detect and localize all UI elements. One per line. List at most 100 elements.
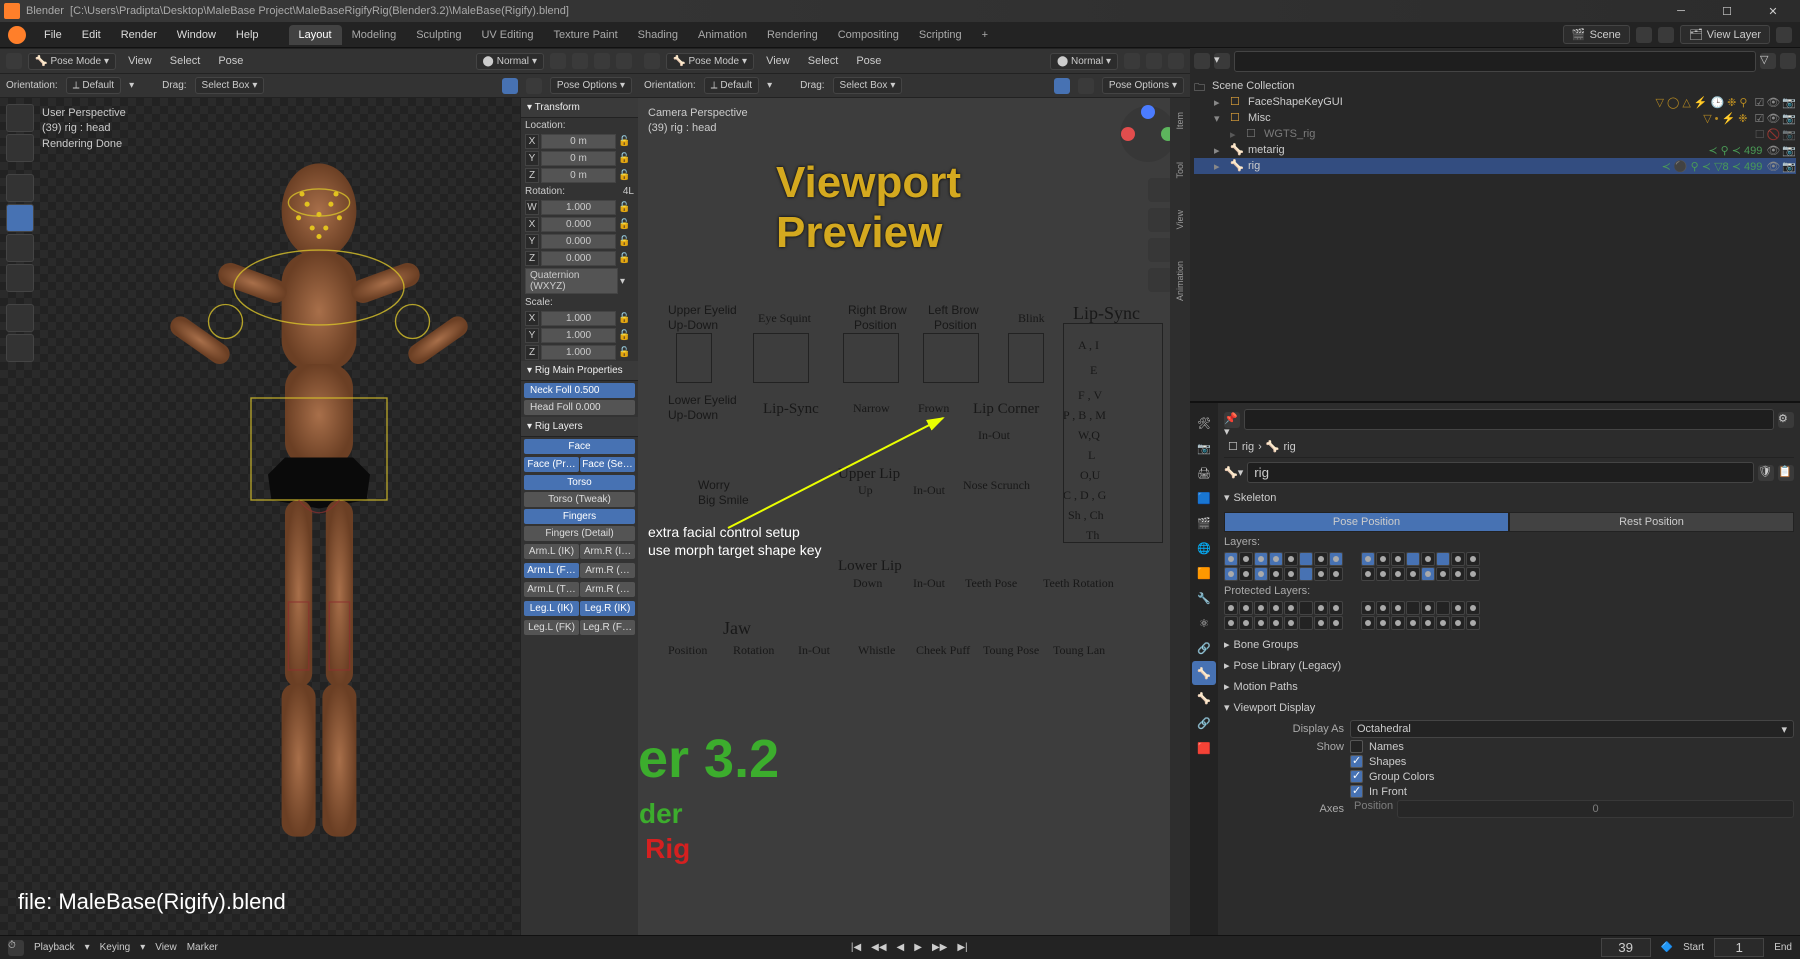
fake-user-icon[interactable]: 🛡 bbox=[1758, 465, 1774, 481]
npanel-transform-header[interactable]: ▾ Transform bbox=[521, 98, 638, 118]
workspace-layout[interactable]: Layout bbox=[289, 25, 342, 45]
loc-x[interactable]: 0 m bbox=[541, 134, 616, 149]
prev-keyframe-icon[interactable]: ◀◀ bbox=[871, 942, 886, 953]
display-as-select[interactable]: Octahedral ▾ bbox=[1350, 720, 1794, 738]
show-shapes-checkbox[interactable] bbox=[1350, 755, 1363, 768]
current-frame[interactable] bbox=[1601, 938, 1651, 957]
vp2-mirror-icon[interactable] bbox=[1054, 78, 1070, 94]
proptab-tool[interactable]: 🛠 bbox=[1192, 411, 1216, 435]
jump-start-icon[interactable]: |◀ bbox=[851, 942, 861, 953]
panel-bone-groups[interactable]: ▸ Bone Groups bbox=[1224, 634, 1794, 655]
viewlayer-select[interactable]: 🗂 View Layer bbox=[1680, 25, 1770, 44]
npanel-riglayers-header[interactable]: ▾ Rig Layers bbox=[521, 417, 638, 437]
proptab-render[interactable]: 📷 bbox=[1192, 436, 1216, 460]
neck-follow[interactable]: Neck Foll 0.500 bbox=[524, 383, 635, 398]
outliner-search[interactable] bbox=[1234, 51, 1756, 72]
rot-x[interactable]: 0.000 bbox=[541, 217, 616, 232]
editor-type-icon[interactable] bbox=[6, 53, 22, 69]
mirror-x-icon[interactable] bbox=[502, 78, 518, 94]
layer-fingers-det[interactable]: Fingers (Detail) bbox=[524, 526, 635, 541]
tool-annotate[interactable] bbox=[6, 304, 34, 332]
tool-measure[interactable] bbox=[6, 334, 34, 362]
play-icon[interactable]: ▶ bbox=[914, 942, 922, 953]
rest-position-button[interactable]: Rest Position bbox=[1509, 512, 1794, 532]
vp2-pose-options[interactable]: Pose Options ▾ bbox=[1102, 77, 1184, 94]
rot-z[interactable]: 0.000 bbox=[541, 251, 616, 266]
layer-legr-ik[interactable]: Leg.R (IK) bbox=[580, 601, 635, 616]
menu-window[interactable]: Window bbox=[167, 29, 226, 41]
proptab-constraint[interactable]: 🔗 bbox=[1192, 636, 1216, 660]
vp2-menu-select[interactable]: Select bbox=[802, 55, 845, 67]
layer-arml-ik[interactable]: Arm.L (IK) bbox=[524, 544, 579, 559]
render-icon[interactable]: 📷 bbox=[1782, 96, 1796, 109]
shading-normal[interactable]: ⬤ Normal ▾ bbox=[476, 53, 544, 70]
vp2-menu-pose[interactable]: Pose bbox=[850, 55, 887, 67]
vp2-overlay-icon[interactable] bbox=[1146, 53, 1162, 69]
armature-name-field[interactable] bbox=[1247, 462, 1754, 483]
workspace-modeling[interactable]: Modeling bbox=[342, 25, 407, 45]
vp2-orient[interactable]: ⟂ Default bbox=[704, 77, 759, 94]
menu-file[interactable]: File bbox=[34, 29, 72, 41]
outliner-display-icon[interactable] bbox=[1194, 53, 1210, 69]
proptab-scene[interactable]: 🎬 bbox=[1192, 511, 1216, 535]
armature-layers[interactable] bbox=[1224, 552, 1794, 581]
scene-select[interactable]: 🎬 Scene bbox=[1563, 25, 1630, 44]
loc-z[interactable]: 0 m bbox=[541, 168, 616, 183]
drag-select[interactable]: Select Box ▾ bbox=[195, 77, 265, 94]
exclude-icon[interactable]: ☑ bbox=[1754, 96, 1764, 109]
pose-position-button[interactable]: Pose Position bbox=[1224, 512, 1509, 532]
maximize-button[interactable]: ☐ bbox=[1704, 0, 1750, 22]
outliner-mode-icon[interactable]: ▾ bbox=[1214, 53, 1230, 69]
outl-scene-collection[interactable]: 🗀 Scene Collection bbox=[1194, 78, 1796, 94]
proptab-bone[interactable]: 🦴 bbox=[1192, 686, 1216, 710]
eye-icon[interactable]: 👁 bbox=[1766, 96, 1780, 109]
crumb-rig2[interactable]: rig bbox=[1283, 441, 1295, 453]
sb-keying[interactable]: Keying bbox=[100, 942, 131, 953]
layer-arml-fk[interactable]: Arm.L (F… bbox=[524, 563, 579, 578]
workspace-uv[interactable]: UV Editing bbox=[471, 25, 543, 45]
panel-pose-library[interactable]: ▸ Pose Library (Legacy) bbox=[1224, 655, 1794, 676]
close-button[interactable]: ✕ bbox=[1750, 0, 1796, 22]
menu-render[interactable]: Render bbox=[111, 29, 167, 41]
overlay-icon[interactable] bbox=[594, 53, 610, 69]
lock-icon[interactable]: 🔓 bbox=[618, 136, 634, 147]
rot-y[interactable]: 0.000 bbox=[541, 234, 616, 249]
tool-scale[interactable] bbox=[6, 234, 34, 262]
timeline-icon[interactable]: ⏱ bbox=[8, 940, 24, 956]
layer-torso[interactable]: Torso bbox=[524, 475, 635, 490]
menu-edit[interactable]: Edit bbox=[72, 29, 111, 41]
head-follow[interactable]: Head Foll 0.000 bbox=[524, 400, 635, 415]
show-names-checkbox[interactable] bbox=[1350, 740, 1363, 753]
show-group-colors-checkbox[interactable] bbox=[1350, 770, 1363, 783]
overlay-dd-icon[interactable] bbox=[616, 53, 632, 69]
layer-fingers[interactable]: Fingers bbox=[524, 509, 635, 524]
outliner-filter-icon[interactable]: ▽ bbox=[1760, 53, 1776, 69]
outl-misc[interactable]: ▾ ☐ Misc ▽•⚡❉ ☑👁📷 bbox=[1194, 110, 1796, 126]
tool-rotate[interactable] bbox=[6, 204, 34, 232]
pose-options[interactable]: Pose Options ▾ bbox=[550, 77, 632, 94]
layer-legl-ik[interactable]: Leg.L (IK) bbox=[524, 601, 579, 616]
vp2-mode-select[interactable]: 🦴 Pose Mode ▾ bbox=[666, 53, 754, 70]
layer-torso-tweak[interactable]: Torso (Tweak) bbox=[524, 492, 635, 507]
sb-playback[interactable]: Playback bbox=[34, 942, 75, 953]
outl-rig[interactable]: ▸ 🦴 rig ≺ ⚫ ⚲ ≺ ▽8 ≺ 499 👁📷 bbox=[1194, 158, 1796, 174]
vp2-shading[interactable]: ⬤ Normal ▾ bbox=[1050, 53, 1118, 70]
workspace-sculpting[interactable]: Sculpting bbox=[406, 25, 471, 45]
proptab-viewlayer[interactable]: 🟦 bbox=[1192, 486, 1216, 510]
layer-legl-fk[interactable]: Leg.L (FK) bbox=[524, 620, 579, 635]
crumb-rig1[interactable]: rig bbox=[1242, 441, 1254, 453]
viewlayer-new-icon[interactable] bbox=[1776, 27, 1792, 43]
vp2-tab-tool[interactable]: Tool bbox=[1173, 156, 1187, 185]
layer-arml-tw[interactable]: Arm.L (T… bbox=[524, 582, 579, 597]
workspace-texpaint[interactable]: Texture Paint bbox=[543, 25, 627, 45]
panel-viewport-display[interactable]: ▾ Viewport Display bbox=[1224, 697, 1794, 718]
next-keyframe-icon[interactable]: ▶▶ bbox=[932, 942, 947, 953]
proptab-modifier[interactable]: 🔧 bbox=[1192, 586, 1216, 610]
tool-select-box[interactable] bbox=[6, 104, 34, 132]
scene-new-icon[interactable] bbox=[1658, 27, 1674, 43]
sb-marker[interactable]: Marker bbox=[187, 942, 218, 953]
outl-metarig[interactable]: ▸ 🦴 metarig ≺ ⚲ ≺ 499 👁📷 bbox=[1194, 142, 1796, 158]
layer-armr-fk[interactable]: Arm.R (… bbox=[580, 563, 635, 578]
rot-w[interactable]: 1.000 bbox=[541, 200, 616, 215]
panel-skeleton[interactable]: ▾ Skeleton bbox=[1224, 487, 1794, 508]
